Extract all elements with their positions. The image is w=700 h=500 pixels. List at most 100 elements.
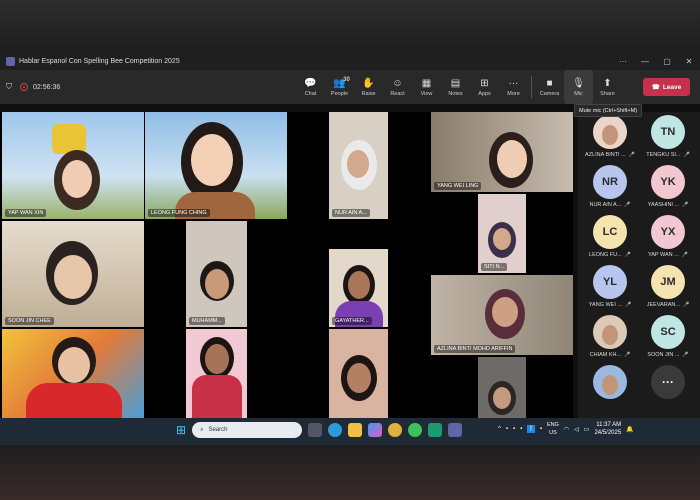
video-tile-bottom-right[interactable] — [478, 357, 526, 418]
whatsapp-icon[interactable] — [408, 423, 423, 437]
camera-button[interactable]: ■ Camera — [535, 70, 564, 104]
teams-screen: Hablar Espanol Con Spelling Bee Competit… — [0, 52, 700, 445]
leave-button[interactable]: ☎ Leave — [643, 78, 690, 96]
video-tile-red-shirt[interactable] — [2, 329, 144, 418]
participant-avatar-tile[interactable]: LC LEONG FU... 🎤 — [582, 212, 638, 268]
more-window-options-icon[interactable]: ··· — [612, 52, 634, 70]
toolbar-chat-button[interactable]: 💬 Chat — [296, 70, 325, 104]
video-tile-bottom-middle[interactable] — [329, 329, 388, 418]
video-tile-soon-jin-chee[interactable]: SOON JIN CHEE 🎤 — [2, 221, 144, 327]
participant-name: LEONG FU... — [589, 252, 622, 258]
toolbar-raise-button[interactable]: ✋ Raise — [354, 70, 383, 104]
participant-avatar-tile[interactable]: YL YANG WEI ... 🎤 — [582, 262, 638, 318]
teams-taskbar-icon[interactable] — [448, 423, 463, 437]
participant-name: SOON JIN ... — [647, 352, 680, 358]
taskbar-clock[interactable]: 11:37 AM 24/5/2025 — [594, 421, 621, 437]
edge-icon[interactable] — [328, 423, 343, 437]
mic-muted-icon: 🎤 — [683, 152, 690, 158]
toolbar-label: More — [507, 90, 520, 97]
toolbar-label: Chat — [304, 90, 317, 97]
mic-muted-icon: 🎤 — [682, 202, 689, 208]
tray-app-icon[interactable]: ▪ — [506, 426, 508, 432]
file-explorer-icon[interactable] — [348, 423, 363, 437]
avatar — [593, 365, 627, 399]
avatar: JM — [651, 265, 685, 299]
toolbar-view-button[interactable]: ▦ View — [412, 70, 441, 104]
video-stage: YAP WAN XIN 🎤 LEONG FUNG CHING 🎤 NUR AIN… — [0, 112, 573, 418]
shield-icon[interactable]: ⛉ — [6, 82, 12, 92]
tray-app-icon[interactable]: ▪ — [513, 426, 515, 432]
participant-name: GAYATHER... — [332, 317, 372, 325]
participant-avatar-tile[interactable]: TN TENGKU SI... 🎤 — [640, 112, 696, 168]
participant-name: NUR AIN A... — [332, 209, 370, 217]
camera-icon: ■ — [546, 77, 553, 89]
avatar: SC — [651, 315, 685, 349]
participant-name: YANG WEI LING — [434, 182, 482, 190]
chrome-icon[interactable] — [388, 423, 403, 437]
photo-bottom-background — [0, 445, 700, 500]
people-count: 30 — [343, 77, 350, 83]
video-tile-leong-fung-ching[interactable]: LEONG FUNG CHING 🎤 — [145, 112, 287, 219]
participant-avatar-tile[interactable]: JM JEEVARAN... 🎤 — [640, 262, 696, 318]
volume-icon[interactable]: ◁ — [574, 426, 579, 433]
task-view-icon[interactable] — [308, 423, 323, 437]
video-tile-pink-bg[interactable] — [186, 329, 247, 418]
chevron-up-icon[interactable]: ^ — [498, 426, 501, 432]
participant-avatar-tile[interactable]: YX YAP WAN ... 🎤 — [640, 212, 696, 268]
participant-avatar-tile[interactable] — [582, 362, 638, 418]
title-bar: Hablar Espanol Con Spelling Bee Competit… — [0, 52, 700, 70]
mic-icon: 🎙 — [572, 77, 585, 89]
toolbar-label: Raise — [361, 90, 376, 97]
participant-panel: AZLINA BINTI ... 🎤 TN TENGKU SI... 🎤 NR NUR AI… — [578, 112, 700, 418]
participant-avatar-tile[interactable]: CHIAM KH... 🎤 — [582, 312, 638, 368]
wifi-icon[interactable]: ◠ — [564, 426, 569, 433]
participant-avatar-tile[interactable]: YK YAASHINI ... 🎤 — [640, 162, 696, 218]
participant-avatar-tile[interactable]: AZLINA BINTI ... 🎤 — [582, 112, 638, 168]
toolbar-notes-button[interactable]: ▤ Notes — [441, 70, 470, 104]
participant-avatar-tile[interactable]: SC SOON JIN ... 🎤 — [640, 312, 696, 368]
video-tile-muhammad[interactable]: MUHAMM... 🎤 — [186, 221, 247, 327]
avatar: YL — [593, 265, 627, 299]
avatar-photo — [602, 375, 618, 395]
bluetooth-icon[interactable]: ᛒ — [527, 425, 535, 433]
copilot-icon[interactable] — [368, 423, 383, 437]
minimize-button[interactable]: — — [634, 52, 656, 70]
participant-name: AZLINA BINTI MOHD ARIFFIN — [434, 345, 516, 353]
tray-app-icon[interactable]: ▪ — [520, 426, 522, 432]
mic-muted-icon: 🎤 — [624, 302, 632, 308]
toolbar-apps-button[interactable]: ⊞ Apps — [470, 70, 499, 104]
taskbar-search[interactable]: ⌕ Search — [192, 422, 303, 438]
mic-button[interactable]: 🎙 Mic — [564, 70, 593, 104]
toolbar-people-button[interactable]: 👥 30 People — [325, 70, 354, 104]
participant-avatar-tile[interactable]: ··· — [640, 362, 696, 418]
photos-icon[interactable] — [428, 423, 443, 437]
notification-bell-icon[interactable]: 🔔 — [626, 426, 633, 433]
tray-app-icon[interactable]: ▪ — [540, 426, 542, 432]
more-participants-button[interactable]: ··· — [651, 365, 685, 399]
avatar — [593, 115, 627, 149]
video-tile-siti[interactable]: SITI N... 🎤 — [478, 194, 526, 273]
video-tile-nur-ain[interactable]: NUR AIN A... 🎤 — [329, 112, 388, 219]
video-tile-azlina[interactable]: AZLINA BINTI MOHD ARIFFIN 🎤 — [431, 275, 573, 355]
language-indicator[interactable]: ENG US — [547, 421, 559, 437]
battery-icon[interactable]: ▭ — [584, 426, 590, 433]
photo-top-background — [0, 0, 700, 52]
share-button[interactable]: ⬆ Share — [593, 70, 622, 104]
apps-icon: ⊞ — [480, 77, 489, 89]
avatar-photo — [602, 125, 618, 145]
participant-avatar-tile[interactable]: NR NUR AIN A... 🎤 — [582, 162, 638, 218]
toolbar-react-button[interactable]: ☺ React — [383, 70, 412, 104]
avatar: YK — [651, 165, 685, 199]
search-icon: ⌕ — [200, 426, 204, 433]
avatar: YX — [651, 215, 685, 249]
video-tile-gayather[interactable]: GAYATHER... 🎤 — [329, 249, 388, 327]
mic-muted-icon: 🎤 — [681, 252, 688, 258]
video-tile-yap-wan-xin[interactable]: YAP WAN XIN 🎤 — [2, 112, 144, 219]
toolbar-more-button[interactable]: ··· More — [499, 70, 528, 104]
start-button[interactable]: ⊞ — [176, 423, 186, 437]
video-tile-yang-wei-ling[interactable]: YANG WEI LING 🎤 — [431, 112, 573, 192]
close-button[interactable]: ✕ — [678, 52, 700, 70]
maximize-button[interactable]: ▢ — [656, 52, 678, 70]
react-icon: ☺ — [392, 77, 403, 89]
teams-logo-icon — [6, 56, 15, 66]
